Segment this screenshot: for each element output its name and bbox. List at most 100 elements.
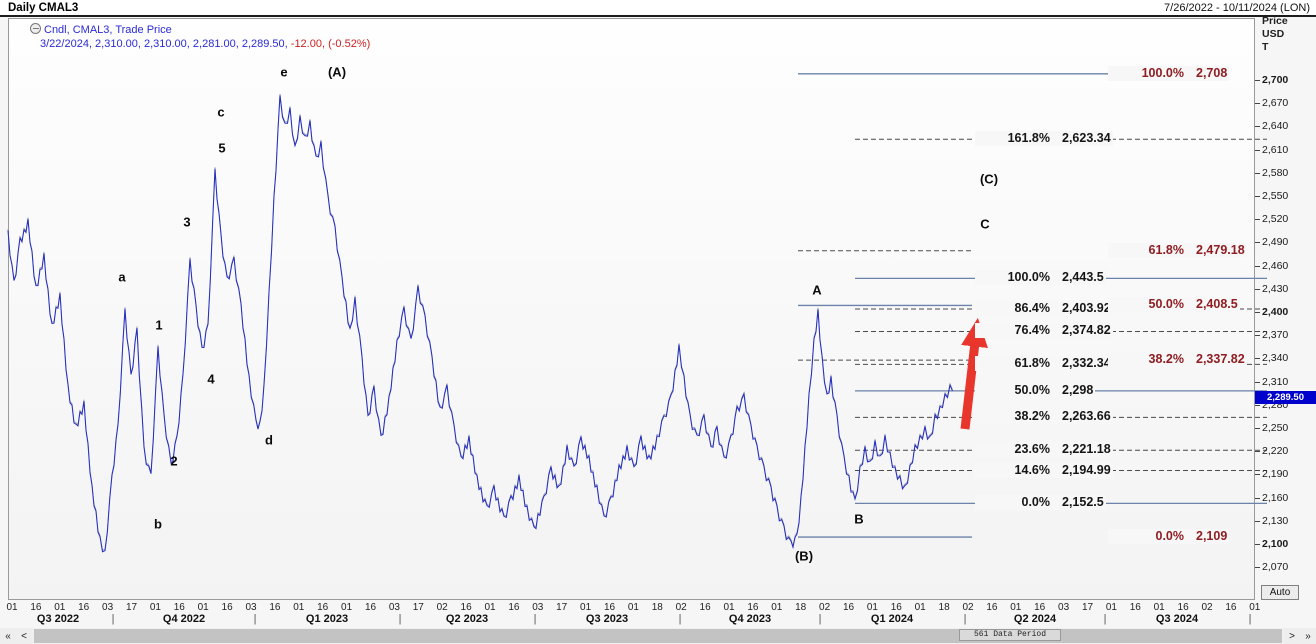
day-tick-label: 03	[532, 602, 543, 613]
day-tick-label: 01	[1154, 602, 1165, 613]
price-tick-label: 2,310	[1262, 376, 1288, 388]
quarter-separator: |	[1104, 613, 1107, 625]
unit-line-t: T	[1262, 41, 1288, 54]
day-tick-label: 01	[1106, 602, 1117, 613]
day-tick-label: 17	[1082, 602, 1093, 613]
chart-title: Daily CMAL3	[8, 2, 78, 14]
plot-area[interactable]	[8, 18, 1255, 600]
price-tick-label: 2,130	[1262, 515, 1288, 527]
day-tick-label: 03	[102, 602, 113, 613]
day-tick-label: 16	[365, 602, 376, 613]
scroll-far-right-button[interactable]: »	[1300, 628, 1316, 644]
day-tick-label: 16	[78, 602, 89, 613]
day-tick-label: 16	[1178, 602, 1189, 613]
price-tick-mark	[1255, 358, 1260, 359]
price-tick-mark	[1255, 405, 1260, 406]
quarter-label: Q2 2024	[1014, 613, 1056, 625]
price-tick-mark	[1255, 289, 1260, 290]
day-tick-label: 02	[437, 602, 448, 613]
price-tick-label: 2,100	[1262, 538, 1288, 550]
price-axis[interactable]: Price USD T 2,7002,6702,6402,6102,5802,5…	[1255, 18, 1316, 600]
price-tick-label: 2,670	[1262, 97, 1288, 109]
unit-line-usd: USD	[1262, 28, 1288, 41]
day-tick-label: 02	[962, 602, 973, 613]
time-axis[interactable]: 01 16 01 16 03 17 01 16 01 16 03 16 01 16 01 16 03 17 02 16…	[0, 600, 1316, 628]
day-tick-label: 17	[556, 602, 567, 613]
price-tick-label: 2,340	[1262, 352, 1288, 364]
day-tick-label: 01	[1010, 602, 1021, 613]
price-tick-mark	[1255, 196, 1260, 197]
day-tick-label: 16	[1130, 602, 1141, 613]
price-tick-label: 2,400	[1262, 306, 1288, 318]
scroll-right-button[interactable]: >	[1284, 628, 1300, 644]
day-tick-label: 01	[580, 602, 591, 613]
price-axis-unit: Price USD T	[1262, 15, 1288, 54]
price-tick-mark	[1255, 567, 1260, 568]
scroll-far-left-button[interactable]: «	[0, 628, 16, 644]
day-tick-label: 01	[341, 602, 352, 613]
price-tick-mark	[1255, 312, 1260, 313]
day-tick-label: 02	[819, 602, 830, 613]
quarter-label: Q4 2022	[163, 613, 205, 625]
current-price-badge: 2,289.50	[1255, 391, 1316, 404]
price-tick-label: 2,700	[1262, 74, 1288, 86]
legend: Cndl, CMAL3, Trade Price 3/22/2024, 2,31…	[30, 23, 370, 51]
day-tick-label: 03	[1058, 602, 1069, 613]
quarter-label: Q4 2023	[729, 613, 771, 625]
unit-line-price: Price	[1262, 15, 1288, 28]
day-tick-label: 16	[604, 602, 615, 613]
price-tick-label: 2,220	[1262, 445, 1288, 457]
auto-scale-button[interactable]: Auto	[1261, 585, 1299, 600]
day-tick-label: 01	[723, 602, 734, 613]
day-tick-label: 16	[508, 602, 519, 613]
h-scrollbar[interactable]: « < 561 Data Period > »	[0, 628, 1316, 644]
day-tick-label: 18	[795, 602, 806, 613]
day-tick-label: 16	[1034, 602, 1045, 613]
price-tick-mark	[1255, 474, 1260, 475]
day-tick-label: 16	[843, 602, 854, 613]
day-tick-label: 02	[676, 602, 687, 613]
price-tick-label: 2,520	[1262, 213, 1288, 225]
series-options-icon[interactable]	[30, 23, 41, 34]
price-tick-label: 2,430	[1262, 283, 1288, 295]
quarter-label: Q2 2023	[446, 613, 488, 625]
quarter-separator: |	[964, 613, 967, 625]
day-tick-label: 03	[389, 602, 400, 613]
quarter-label: Q3 2023	[586, 613, 628, 625]
price-tick-label: 2,460	[1262, 260, 1288, 272]
day-tick-label: 01	[915, 602, 926, 613]
day-tick-label: 02	[1201, 602, 1212, 613]
price-tick-label: 2,190	[1262, 468, 1288, 480]
title-bar: Daily CMAL3 7/26/2022 - 10/11/2024 (LON)	[0, 0, 1316, 17]
scrollbar-track[interactable]	[34, 629, 1282, 643]
price-tick-label: 2,370	[1262, 329, 1288, 341]
quarter-label: Q1 2023	[306, 613, 348, 625]
day-tick-label: 16	[747, 602, 758, 613]
day-tick-label: 01	[150, 602, 161, 613]
day-tick-label: 01	[293, 602, 304, 613]
day-tick-label: 16	[269, 602, 280, 613]
price-tick-mark	[1255, 219, 1260, 220]
scroll-left-button[interactable]: <	[16, 628, 32, 644]
quarter-label: Q3 2022	[37, 613, 79, 625]
price-tick-mark	[1255, 80, 1260, 81]
day-tick-label: 01	[6, 602, 17, 613]
price-tick-mark	[1255, 382, 1260, 383]
quarter-separator: |	[679, 613, 682, 625]
price-tick-mark	[1255, 103, 1260, 104]
quarter-separator: |	[399, 613, 402, 625]
day-tick-label: 18	[939, 602, 950, 613]
day-tick-label: 16	[986, 602, 997, 613]
day-tick-label: 16	[222, 602, 233, 613]
price-tick-mark	[1255, 150, 1260, 151]
day-tick-label: 01	[54, 602, 65, 613]
price-tick-mark	[1255, 173, 1260, 174]
day-tick-label: 01	[867, 602, 878, 613]
quarter-separator: |	[819, 613, 822, 625]
date-range: 7/26/2022 - 10/11/2024 (LON)	[1164, 2, 1310, 14]
day-tick-label: 01	[484, 602, 495, 613]
quarter-label: Q3 2024	[1156, 613, 1198, 625]
price-tick-mark	[1255, 451, 1260, 452]
legend-series-label[interactable]: Cndl, CMAL3, Trade Price	[44, 24, 172, 36]
day-tick-label: 16	[700, 602, 711, 613]
